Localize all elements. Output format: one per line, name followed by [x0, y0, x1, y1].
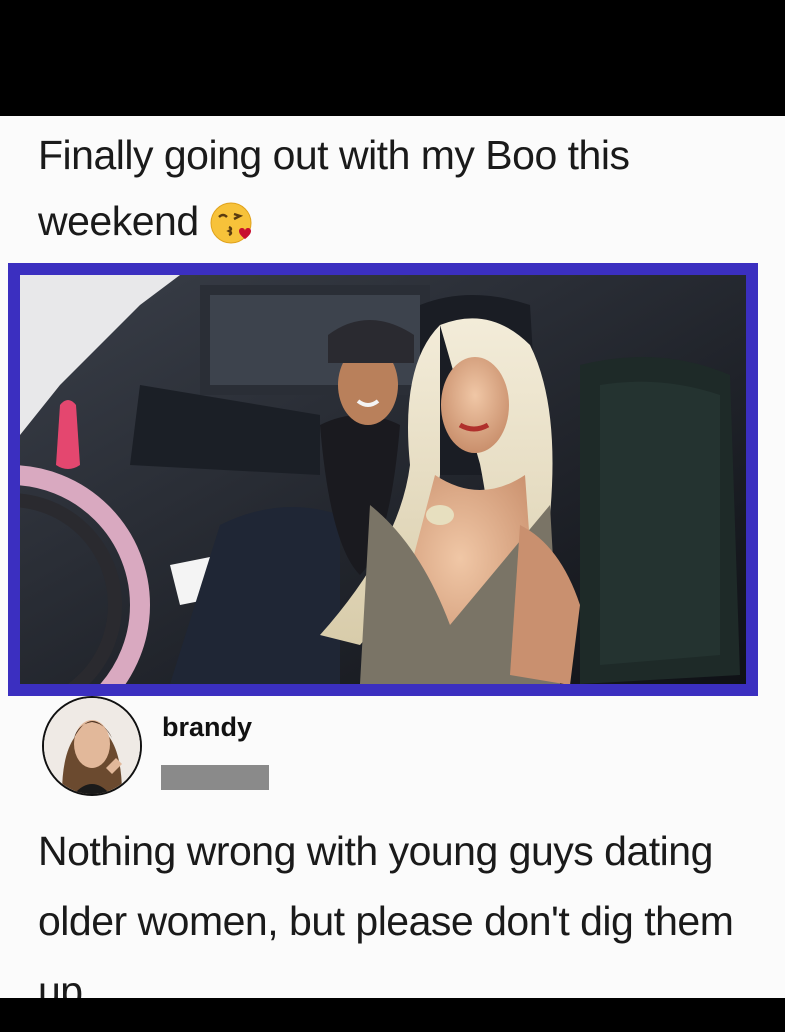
comment-username[interactable]: brandy	[162, 712, 252, 743]
avatar[interactable]	[42, 696, 142, 796]
post-photo[interactable]	[20, 275, 746, 684]
bottom-black-bar	[0, 998, 785, 1032]
face-blowing-a-kiss-emoji-icon	[209, 198, 253, 244]
top-black-bar	[0, 0, 785, 116]
caption-text: Finally going out with my Boo this weeke…	[38, 132, 630, 244]
comment-text: Nothing wrong with young guys dating old…	[38, 828, 734, 998]
comment: brandy Nothing wrong with young guys dat…	[0, 694, 785, 998]
post-caption: Finally going out with my Boo this weeke…	[38, 122, 738, 254]
car-interior-photo	[20, 275, 746, 684]
redacted-handle	[161, 765, 269, 790]
meme-post: Finally going out with my Boo this weeke…	[0, 116, 785, 998]
user-avatar-photo	[44, 698, 140, 794]
photo-highlight-frame	[8, 263, 758, 696]
